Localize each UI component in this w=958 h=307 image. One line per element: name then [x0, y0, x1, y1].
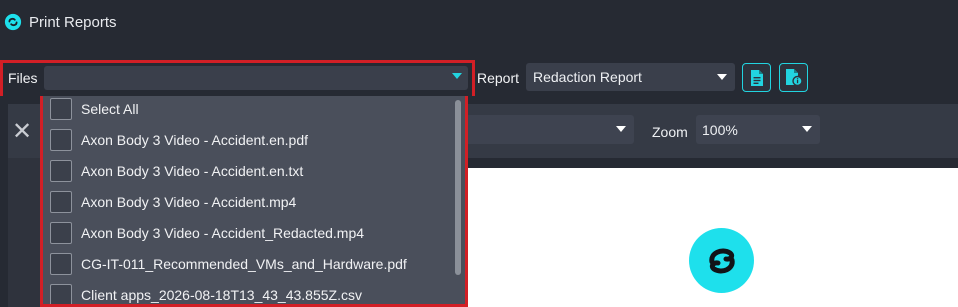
report-label: Report — [477, 70, 520, 86]
option-label: Axon Body 3 Video - Accident.mp4 — [81, 193, 297, 210]
chevron-down-icon — [802, 126, 812, 132]
option-label: CG-IT-011_Recommended_VMs_and_Hardware.p… — [81, 255, 407, 272]
option-label: Client apps_2026-08-18T13_43_43.855Z.csv — [81, 286, 362, 303]
viewer-gutter — [8, 158, 40, 307]
checkbox[interactable] — [50, 190, 72, 213]
option-label: Axon Body 3 Video - Accident_Redacted.mp… — [81, 224, 365, 241]
option-label: Axon Body 3 Video - Accident.en.pdf — [81, 131, 309, 148]
checkbox[interactable] — [50, 128, 72, 151]
file-option[interactable]: Axon Body 3 Video - Accident_Redacted.mp… — [40, 217, 454, 248]
option-label: Select All — [81, 100, 139, 117]
file-option[interactable]: CG-IT-011_Recommended_VMs_and_Hardware.p… — [40, 248, 454, 279]
page-select[interactable] — [464, 115, 634, 144]
checkbox[interactable] — [50, 159, 72, 182]
files-select[interactable] — [44, 66, 468, 90]
chevron-down-icon — [616, 126, 626, 132]
swirl-logo-icon — [4, 13, 22, 31]
checkbox[interactable] — [50, 97, 72, 120]
files-dropdown-list[interactable]: Select All Axon Body 3 Video - Accident.… — [40, 96, 468, 307]
document-info-icon — [785, 69, 803, 86]
chevron-down-icon — [717, 74, 727, 80]
report-select[interactable]: Redaction Report — [526, 63, 735, 91]
file-option[interactable]: Client apps_2026-08-18T13_43_43.855Z.csv — [40, 279, 454, 307]
file-option[interactable]: Axon Body 3 Video - Accident.en.pdf — [40, 124, 454, 155]
zoom-label: Zoom — [652, 124, 688, 140]
window-title: Print Reports — [29, 13, 117, 31]
report-select-value: Redaction Report — [533, 69, 642, 85]
swirl-logo-icon — [689, 228, 754, 293]
checkbox[interactable] — [50, 221, 72, 244]
document-icon — [750, 69, 763, 86]
export-document-button[interactable] — [742, 63, 771, 92]
chevron-down-icon — [452, 73, 462, 79]
document-details-button[interactable] — [779, 63, 808, 92]
checkbox[interactable] — [50, 283, 72, 306]
zoom-select-value: 100% — [702, 121, 738, 138]
select-all-option[interactable]: Select All — [40, 96, 454, 124]
option-label: Axon Body 3 Video - Accident.en.txt — [81, 162, 304, 179]
files-label: Files — [8, 70, 38, 86]
title-bar: Print Reports — [0, 0, 958, 44]
file-option[interactable]: Axon Body 3 Video - Accident.mp4 — [40, 186, 454, 217]
checkbox[interactable] — [50, 252, 72, 275]
file-option[interactable]: Axon Body 3 Video - Accident.en.txt — [40, 155, 454, 186]
dropdown-scrollbar[interactable] — [455, 100, 461, 275]
zoom-select[interactable]: 100% — [696, 115, 820, 144]
close-icon[interactable]: ✕ — [12, 117, 32, 145]
